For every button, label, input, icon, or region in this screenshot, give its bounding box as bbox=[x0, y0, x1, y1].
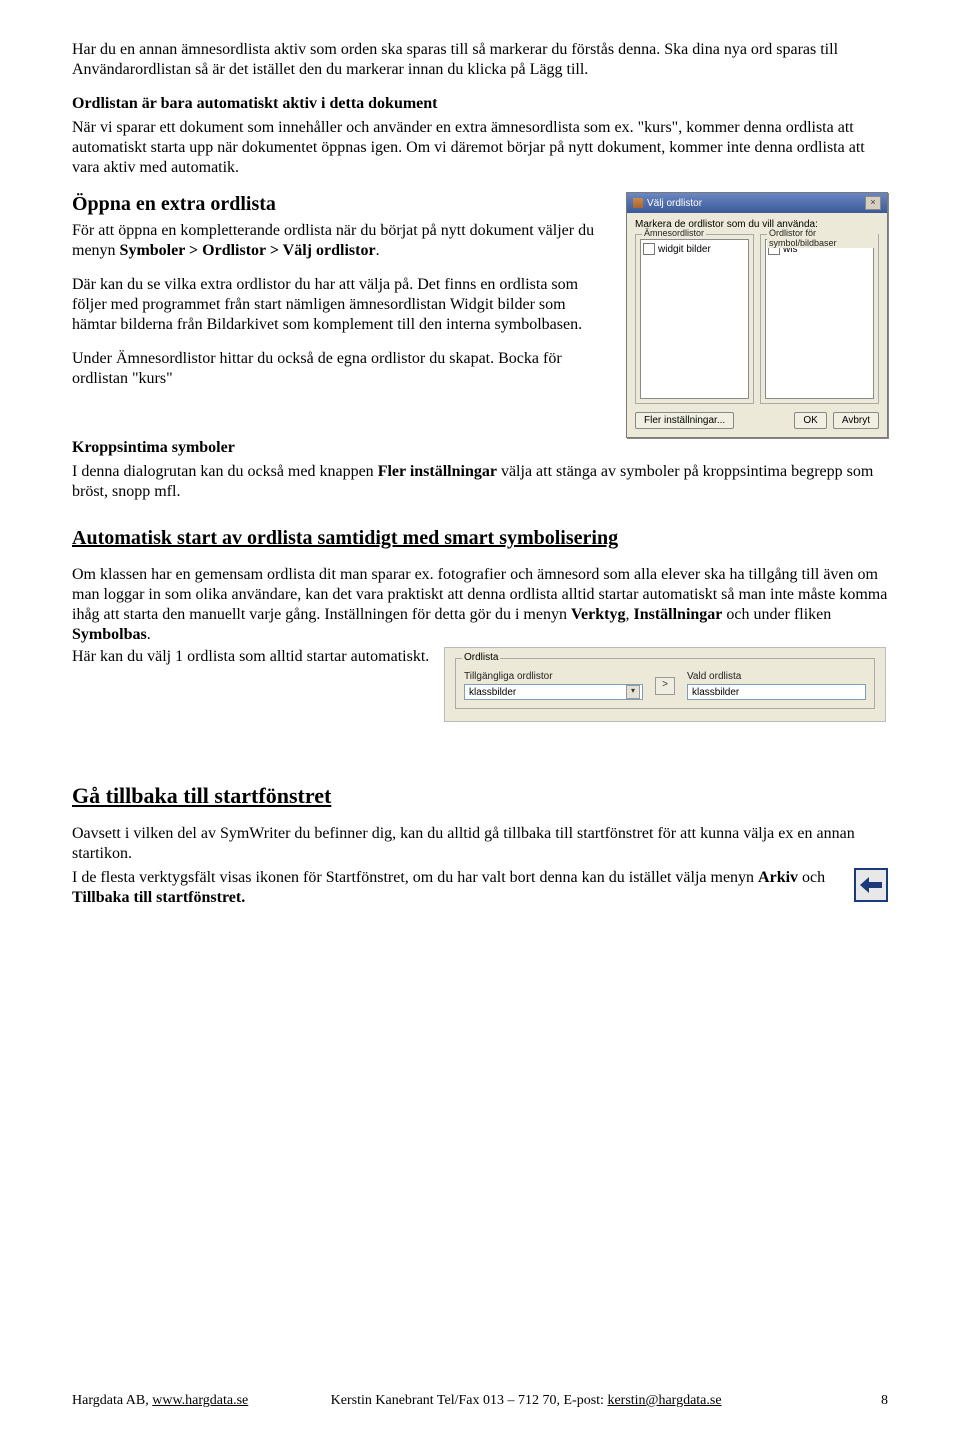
footer-page-number: 8 bbox=[848, 1393, 888, 1409]
list-item-label: widgit bilder bbox=[658, 244, 711, 255]
field-vald-ordlista[interactable]: klassbilder bbox=[687, 684, 866, 700]
heading-back-to-start: Gå tillbaka till startfönstret bbox=[72, 782, 888, 810]
paragraph-back-1: Oavsett i vilken del av SymWriter du bef… bbox=[72, 824, 888, 864]
ok-button[interactable]: OK bbox=[794, 412, 826, 429]
footer-company: Hargdata AB, bbox=[72, 1393, 152, 1408]
label-tillgangliga-ordlistor: Tillgängliga ordlistor bbox=[464, 671, 643, 682]
footer-url[interactable]: www.hargdata.se bbox=[152, 1393, 248, 1408]
back-arrow-icon[interactable] bbox=[854, 868, 888, 902]
footer-email[interactable]: kerstin@hargdata.se bbox=[607, 1393, 721, 1408]
close-icon[interactable]: × bbox=[865, 196, 881, 210]
tab-symbolbas: Symbolbas bbox=[72, 626, 147, 643]
list-item[interactable]: widgit bilder bbox=[643, 242, 746, 256]
paragraph-open-extra-desc: Där kan du se vilka extra ordlistor du h… bbox=[72, 275, 614, 335]
move-right-button[interactable]: > bbox=[655, 677, 675, 695]
back-to-start-icon-wrap bbox=[854, 868, 888, 902]
list-symbolbildbaser[interactable]: wls bbox=[765, 239, 874, 399]
menu-tillbaka-start: Tillbaka till startfönstret. bbox=[72, 889, 245, 906]
paragraph-auto-start: Om klassen har en gemensam ordlista dit … bbox=[72, 565, 888, 645]
menu-path-symboler: Symboler > Ordlistor > Välj ordlistor bbox=[120, 242, 376, 259]
menu-verktyg: Verktyg bbox=[571, 606, 626, 623]
paragraph-back-2-a: I de flesta verktygsfält visas ikonen fö… bbox=[72, 869, 758, 886]
dialog-title: Välj ordlistor bbox=[647, 198, 702, 209]
footer-left: Hargdata AB, www.hargdata.se bbox=[72, 1393, 331, 1409]
cancel-button[interactable]: Avbryt bbox=[833, 412, 879, 429]
field-vald-value: klassbilder bbox=[692, 687, 739, 698]
menu-arkiv: Arkiv bbox=[758, 869, 798, 886]
paragraph-open-extra-c: . bbox=[376, 242, 380, 259]
heading-kroppsintima: Kroppsintima symboler bbox=[72, 438, 888, 458]
footer-center: Kerstin Kanebrant Tel/Fax 013 – 712 70, … bbox=[331, 1393, 848, 1409]
heading-open-extra: Öppna en extra ordlista bbox=[72, 192, 614, 217]
group-symbolbildbaser-label: Ordlistor för symbol/bildbaser bbox=[767, 228, 878, 248]
dialog-titlebar: Välj ordlistor × bbox=[627, 193, 887, 213]
paragraph-back-2-c: och bbox=[798, 869, 825, 886]
paragraph-open-extra-found: Under Ämnesordlistor hittar du också de … bbox=[72, 349, 614, 389]
menu-installningar: Inställningar bbox=[633, 606, 722, 623]
heading-auto-active: Ordlistan är bara automatiskt aktiv i de… bbox=[72, 94, 888, 114]
footer: Hargdata AB, www.hargdata.se Kerstin Kan… bbox=[72, 1393, 888, 1409]
paragraph-back-2: I de flesta verktygsfält visas ikonen fö… bbox=[72, 868, 836, 908]
label-vald-ordlista: Vald ordlista bbox=[687, 671, 866, 682]
panel-ordlista-label: Ordlista bbox=[462, 652, 500, 663]
list-amnesordlistor[interactable]: widgit bilder bbox=[640, 239, 749, 399]
heading-auto-start: Automatisk start av ordlista samtidigt m… bbox=[72, 526, 888, 551]
combo-tillgangliga-value: klassbilder bbox=[469, 687, 516, 698]
label-fler-installningar: Fler inställningar bbox=[378, 463, 497, 480]
combo-tillgangliga-ordlistor[interactable]: klassbilder ▾ bbox=[464, 684, 643, 700]
dialog-app-icon bbox=[633, 198, 643, 208]
footer-contact: Kerstin Kanebrant Tel/Fax 013 – 712 70, … bbox=[331, 1393, 608, 1408]
panel-ordlista: Ordlista Tillgängliga ordlistor klassbil… bbox=[444, 647, 886, 722]
more-settings-button[interactable]: Fler inställningar... bbox=[635, 412, 734, 429]
paragraph-intro: Har du en annan ämnesordlista aktiv som … bbox=[72, 40, 888, 80]
paragraph-choose-one: Här kan du välj 1 ordlista som alltid st… bbox=[72, 647, 432, 667]
group-amnesordlistor: Ämnesordlistor widgit bilder bbox=[635, 234, 754, 404]
group-amnesordlistor-label: Ämnesordlistor bbox=[642, 228, 706, 238]
chevron-down-icon[interactable]: ▾ bbox=[626, 685, 640, 699]
paragraph-open-extra-menu: För att öppna en kompletterande ordlista… bbox=[72, 221, 614, 261]
checkbox-icon[interactable] bbox=[643, 243, 655, 255]
paragraph-auto-start-g: . bbox=[147, 626, 151, 643]
paragraph-kroppsintima: I denna dialogrutan kan du också med kna… bbox=[72, 462, 888, 502]
group-symbolbildbaser: Ordlistor för symbol/bildbaser wls bbox=[760, 234, 879, 404]
paragraph-kroppsintima-a: I denna dialogrutan kan du också med kna… bbox=[72, 463, 378, 480]
dialog-valj-ordlistor: Välj ordlistor × Markera de ordlistor so… bbox=[626, 192, 888, 438]
paragraph-auto-start-e: och under fliken bbox=[722, 606, 831, 623]
paragraph-auto-active: När vi sparar ett dokument som innehålle… bbox=[72, 118, 888, 178]
